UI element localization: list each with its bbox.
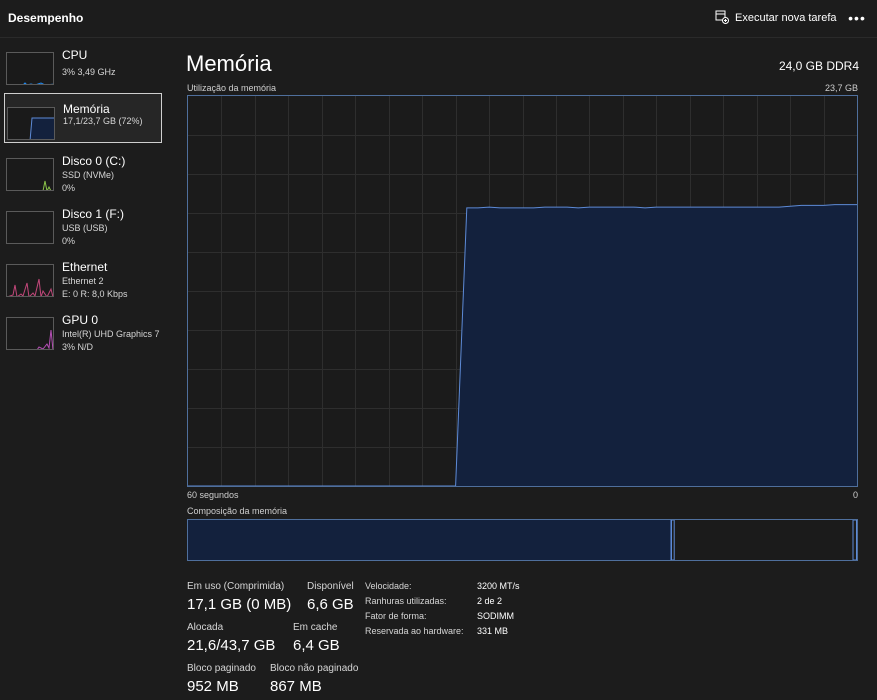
sidebar-item-name: Disco 0 (C:)	[62, 154, 126, 168]
committed-value: 21,6/43,7 GB	[187, 637, 276, 654]
slots-used-label: Ranhuras utilizadas:	[365, 596, 447, 606]
sidebar-item-name: GPU 0	[62, 313, 99, 327]
gpu-0-thumbnail-svg	[37, 329, 53, 349]
sidebar-item-detail-2: 0%	[62, 236, 76, 246]
sidebar-item-detail: 17,1/23,7 GB (72%)	[63, 116, 143, 126]
sidebar-item-ethernet[interactable]: Ethernet Ethernet 2 E: 0 R: 8,0 Kbps	[4, 252, 162, 302]
sidebar-item-detail-2: 0%	[62, 183, 76, 193]
slots-used-value: 2 de 2	[477, 596, 503, 606]
cached-label: Em cache	[293, 622, 338, 633]
sidebar-item-name: Disco 1 (F:)	[62, 207, 125, 221]
memory-panel: Memória 24,0 GB DDR4 Utilização da memór…	[180, 40, 877, 700]
nonpaged-pool-label: Bloco não paginado	[270, 663, 359, 674]
sidebar-item-name: Memória	[63, 102, 110, 116]
sidebar-item-cpu[interactable]: CPU 3% 3,49 GHz	[4, 40, 162, 90]
sidebar-item-detail: USB (USB)	[62, 223, 108, 233]
composition-in-use[interactable]	[188, 520, 671, 560]
composition-free[interactable]	[852, 519, 857, 561]
paged-pool-label: Bloco paginado	[187, 663, 256, 674]
sidebar-item-gpu-0[interactable]: GPU 0 Intel(R) UHD Graphics 7 3% N/D	[4, 305, 162, 355]
sidebar-item-disk-0[interactable]: Disco 0 (C:) SSD (NVMe) 0%	[4, 146, 162, 196]
gpu-0-thumbnail-line	[37, 329, 53, 349]
disk-1-thumbnail-graph	[6, 211, 54, 244]
ethernet-thumbnail-line	[8, 278, 53, 296]
sidebar-item-name: Ethernet	[62, 260, 108, 274]
page-section-title: Desempenho	[8, 11, 84, 25]
memory-thumbnail-svg	[29, 117, 54, 139]
gpu-0-thumbnail-graph	[6, 317, 54, 350]
sidebar-item-detail-2: E: 0 R: 8,0 Kbps	[62, 289, 128, 299]
sidebar-item-disk-1[interactable]: Disco 1 (F:) USB (USB) 0%	[4, 199, 162, 249]
sidebar: CPU 3% 3,49 GHz Memória 17,1/23,7 GB (72…	[0, 40, 170, 700]
available-value: 6,6 GB	[307, 596, 354, 613]
memory-usage-svg	[188, 96, 857, 487]
composition-standby[interactable]	[674, 520, 853, 560]
title-bar: Desempenho Executar nova tarefa •••	[0, 0, 877, 38]
nonpaged-pool-value: 867 MB	[270, 678, 322, 695]
disk-0-thumbnail-svg	[42, 180, 52, 190]
usage-graph-label: Utilização da memória	[187, 83, 277, 93]
hardware-reserved-label: Reservada ao hardware:	[365, 626, 464, 636]
memory-thumbnail-fill	[30, 118, 54, 139]
memory-usage-graph	[187, 95, 858, 487]
sidebar-item-detail: Intel(R) UHD Graphics 7	[62, 329, 160, 339]
form-factor-value: SODIMM	[477, 611, 514, 621]
speed-value: 3200 MT/s	[477, 581, 520, 591]
hardware-reserved-value: 331 MB	[477, 626, 509, 636]
run-new-task-button[interactable]: Executar nova tarefa	[715, 9, 837, 27]
speed-label: Velocidade:	[365, 581, 412, 591]
sidebar-item-detail-2: 3% N/D	[62, 342, 94, 352]
cached-value: 6,4 GB	[293, 637, 340, 654]
memory-composition-bar	[187, 519, 858, 561]
cpu-thumbnail-line	[23, 82, 53, 84]
sidebar-item-detail: SSD (NVMe)	[62, 170, 115, 180]
cpu-thumbnail-graph	[6, 52, 54, 85]
run-new-task-label: Executar nova tarefa	[735, 12, 837, 24]
in-use-value: 17,1 GB (0 MB)	[187, 596, 292, 613]
composition-modified[interactable]	[671, 519, 675, 561]
disk-0-thumbnail-line	[42, 180, 52, 190]
sidebar-item-detail: 3% 3,49 GHz	[62, 67, 116, 77]
memory-thumbnail-graph	[7, 107, 55, 140]
time-axis-end: 0	[852, 490, 858, 500]
ethernet-thumbnail-graph	[6, 264, 54, 297]
ethernet-thumbnail-svg	[8, 278, 53, 296]
usage-graph-max-label: 23,7 GB	[824, 83, 858, 93]
memory-spec: 24,0 GB DDR4	[778, 59, 859, 73]
new-task-icon	[715, 10, 729, 27]
sidebar-item-name: CPU	[62, 48, 88, 62]
paged-pool-value: 952 MB	[187, 678, 239, 695]
sidebar-item-detail: Ethernet 2	[62, 276, 104, 286]
page-title: Memória	[186, 51, 272, 76]
cpu-thumbnail-svg	[23, 82, 53, 84]
memory-composition-svg	[188, 519, 857, 561]
in-use-label: Em uso (Comprimida)	[187, 581, 285, 592]
available-label: Disponível	[307, 581, 354, 592]
committed-label: Alocada	[187, 622, 224, 633]
sidebar-item-memory[interactable]: Memória 17,1/23,7 GB (72%)	[4, 93, 162, 143]
composition-label: Composição da memória	[187, 506, 288, 516]
more-options-icon[interactable]: •••	[848, 9, 866, 27]
form-factor-label: Fator de forma:	[365, 611, 427, 621]
time-axis-start: 60 segundos	[187, 490, 239, 500]
disk-0-thumbnail-graph	[6, 158, 54, 191]
